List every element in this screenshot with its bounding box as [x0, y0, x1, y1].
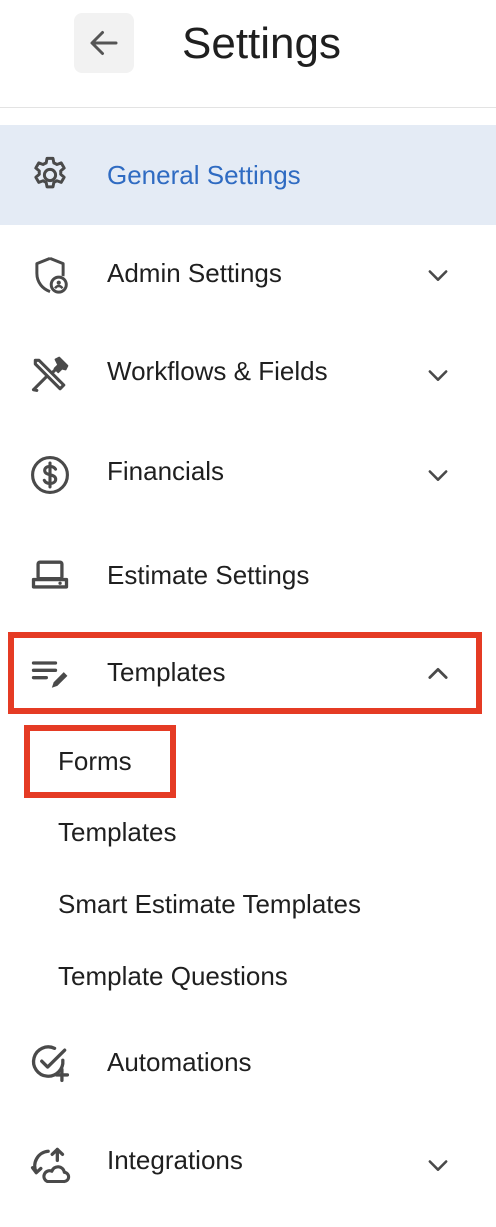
nav-item-financials[interactable]: Financials: [0, 423, 496, 523]
edit-list-icon: [28, 652, 72, 696]
chevron-down-icon[interactable]: [422, 359, 454, 391]
nav-item-estimate-settings[interactable]: Estimate Settings: [0, 523, 496, 623]
sub-item-template-questions[interactable]: Template Questions: [58, 959, 288, 993]
gear-icon: [28, 153, 72, 197]
sub-item-templates[interactable]: Templates: [58, 815, 177, 849]
nav-item-workflows-fields[interactable]: Workflows & Fields: [0, 323, 496, 423]
check-plus-icon: [28, 1041, 72, 1085]
tools-icon: [28, 353, 72, 397]
nav-label: Workflows & Fields: [107, 356, 328, 386]
sub-item-smart-estimate-templates[interactable]: Smart Estimate Templates: [58, 887, 361, 921]
nav-label: Automations: [107, 1047, 252, 1077]
nav-label: Admin Settings: [107, 258, 282, 288]
back-button[interactable]: [74, 13, 134, 73]
nav-item-templates[interactable]: Templates: [0, 630, 496, 714]
chevron-up-icon[interactable]: [422, 658, 454, 690]
nav-item-integrations[interactable]: Integrations: [0, 1113, 496, 1213]
nav-label: Templates: [107, 657, 226, 687]
nav-label: Integrations: [107, 1145, 243, 1175]
chevron-down-icon[interactable]: [422, 459, 454, 491]
nav-label: General Settings: [107, 160, 301, 190]
shield-user-icon: [28, 253, 72, 297]
dollar-circle-icon: [28, 453, 72, 497]
nav-label: Financials: [107, 456, 225, 486]
chevron-down-icon[interactable]: [422, 259, 454, 291]
nav-item-general-settings[interactable]: General Settings: [0, 125, 496, 225]
nav-item-admin-settings[interactable]: Admin Settings: [0, 225, 496, 323]
nav-item-automations[interactable]: Automations: [0, 1015, 496, 1113]
sync-cloud-icon: [28, 1143, 72, 1187]
settings-header: Settings: [0, 0, 496, 108]
sub-item-forms[interactable]: Forms: [58, 744, 132, 778]
nav-label: Estimate Settings: [107, 560, 310, 590]
laptop-icon: [28, 553, 72, 597]
chevron-down-icon[interactable]: [422, 1149, 454, 1181]
page-title: Settings: [182, 19, 341, 68]
arrow-left-icon: [90, 31, 118, 55]
